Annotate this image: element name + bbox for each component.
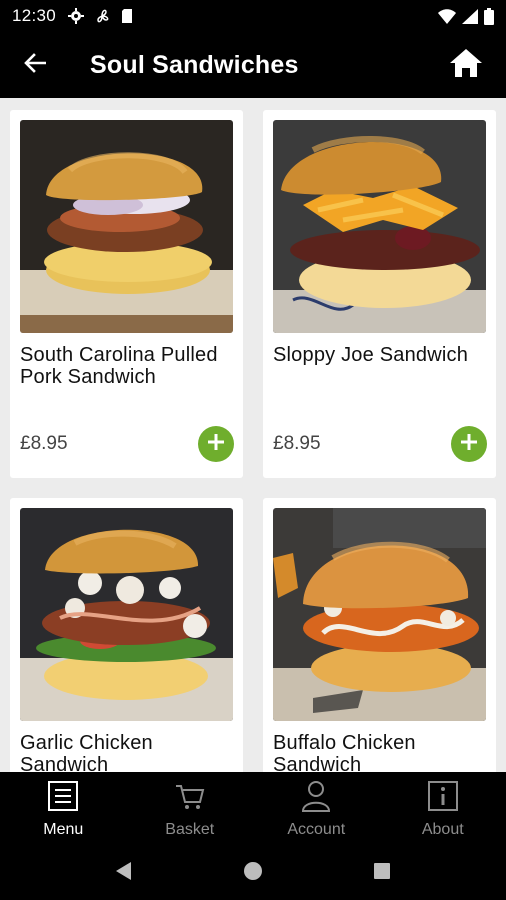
product-image-buffalo-chicken [273, 508, 486, 721]
product-card[interactable]: Sloppy Joe Sandwich £8.95 [263, 110, 496, 478]
product-card[interactable]: South Carolina Pulled Pork Sandwich £8.9… [10, 110, 243, 478]
nav-label-menu: Menu [43, 820, 84, 838]
product-name: Garlic Chicken Sandwich [20, 732, 153, 772]
info-icon [427, 780, 459, 817]
plus-icon [206, 432, 226, 457]
back-button[interactable] [0, 32, 70, 98]
product-name: Sloppy Joe Sandwich [273, 344, 469, 366]
nav-label-account: Account [287, 820, 346, 838]
plus-icon [459, 432, 479, 457]
nav-item-about[interactable]: About [380, 772, 506, 846]
gear-icon [68, 8, 85, 24]
system-navigation-bar [0, 846, 506, 900]
nav-item-account[interactable]: Account [253, 772, 380, 846]
add-to-basket-button[interactable] [451, 426, 487, 462]
bottom-navigation: Menu Basket Account About [0, 772, 506, 846]
product-image-pulled-pork [20, 120, 233, 333]
nav-label-basket: Basket [165, 820, 215, 838]
fan-icon [94, 8, 110, 24]
product-list: South Carolina Pulled Pork Sandwich £8.9… [0, 98, 506, 772]
menu-icon [47, 780, 79, 817]
battery-icon [484, 7, 494, 25]
signal-icon [462, 8, 478, 24]
app-bar: Soul Sandwiches [0, 32, 506, 98]
arrow-left-icon [24, 52, 47, 78]
product-price: £8.95 [273, 433, 321, 454]
home-icon [449, 48, 483, 83]
nav-item-basket[interactable]: Basket [127, 772, 254, 846]
product-card[interactable]: Garlic Chicken Sandwich [10, 498, 243, 772]
nav-label-about: About [421, 820, 464, 838]
page-title: Soul Sandwiches [90, 50, 299, 79]
add-to-basket-button[interactable] [198, 426, 234, 462]
home-button[interactable] [426, 32, 506, 98]
home-circle-icon[interactable] [243, 861, 263, 886]
status-time: 12:30 [12, 6, 57, 25]
product-card[interactable]: Buffalo Chicken Sandwich [263, 498, 496, 772]
product-price: £8.95 [20, 433, 68, 454]
nav-item-menu[interactable]: Menu [0, 772, 127, 846]
sim-icon [120, 8, 134, 24]
basket-icon [174, 780, 206, 817]
product-name: South Carolina Pulled Pork Sandwich [20, 344, 218, 388]
account-icon [300, 780, 332, 817]
recents-square-icon[interactable] [373, 862, 391, 885]
product-image-sloppy-joe [273, 120, 486, 333]
wifi-icon [438, 8, 456, 24]
back-triangle-icon[interactable] [115, 861, 133, 886]
product-image-garlic-chicken [20, 508, 233, 721]
status-bar: 12:30 [0, 0, 506, 32]
product-name: Buffalo Chicken Sandwich [273, 732, 416, 772]
